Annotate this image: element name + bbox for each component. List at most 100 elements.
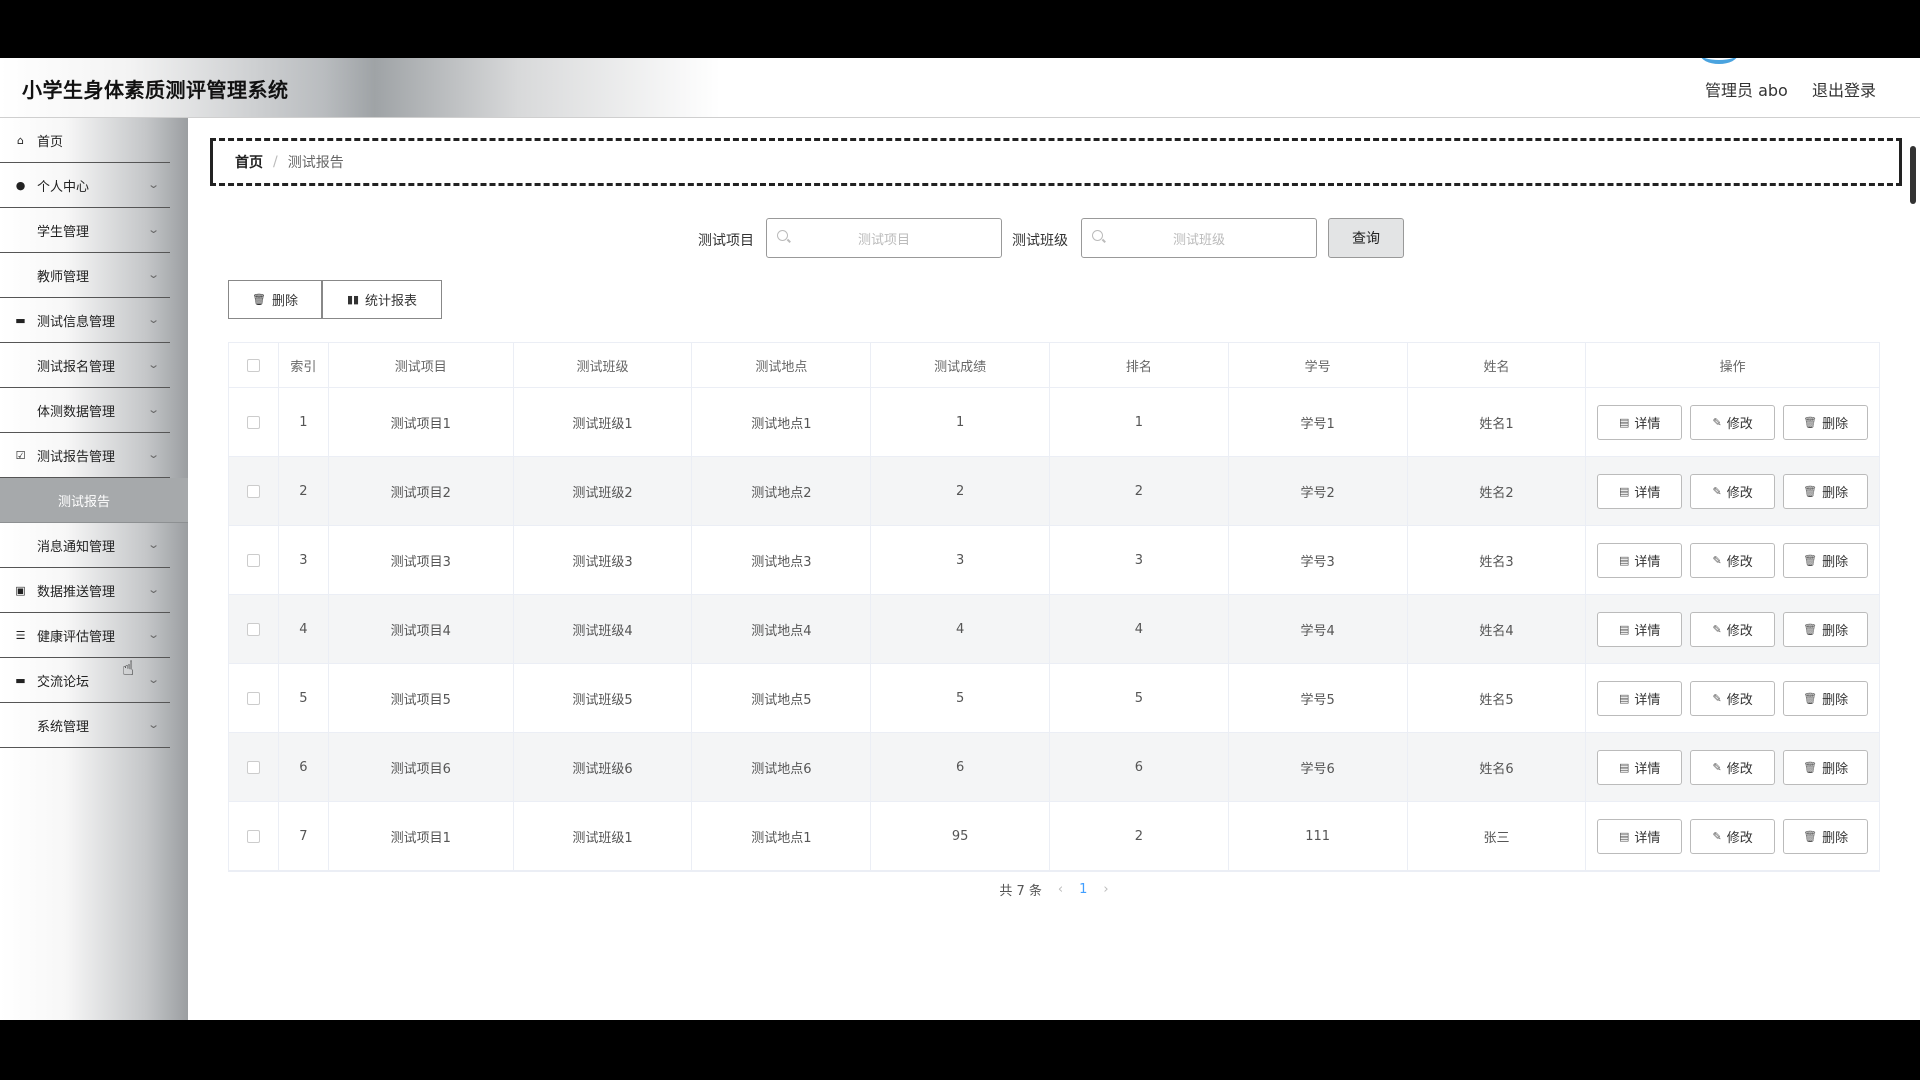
actions-cell: ▤ 详情 ✎ 修改 🗑 删除 (1586, 664, 1879, 732)
edit-button[interactable]: ✎ 修改 (1690, 680, 1776, 716)
sidebar-item[interactable]: ☰ 健康评估管理 ⌄ (0, 613, 170, 658)
stats-report-button[interactable]: ▮▮ 统计报表 (322, 280, 442, 319)
delete-button[interactable]: 🗑 删除 (1783, 611, 1869, 647)
sidebar-item[interactable]: 消息通知管理 ⌄ (0, 523, 170, 568)
edit-label: 修改 (1726, 623, 1753, 639)
row-checkbox[interactable] (246, 760, 260, 774)
column-header: 学号 (1229, 343, 1408, 387)
detail-button[interactable]: ▤ 详情 (1597, 473, 1683, 509)
column-header: 测试班级 (514, 343, 693, 387)
project-search-input[interactable]: 测试项目 (766, 218, 1002, 258)
column-header: 索引 (279, 343, 329, 387)
table-cell: 5 (1050, 664, 1229, 732)
sidebar-item[interactable]: ● 个人中心 ⌄ (0, 163, 170, 208)
detail-button[interactable]: ▤ 详情 (1597, 818, 1683, 854)
table-row: 6 测试项目6 测试班级6 测试地点6 6 6 学号6 姓名6 ▤ 详情 ✎ 修改 🗑 删除 (229, 733, 1879, 802)
detail-label: 详情 (1634, 692, 1661, 708)
detail-button[interactable]: ▤ 详情 (1597, 404, 1683, 440)
class-search-input[interactable]: 测试班级 (1081, 218, 1317, 258)
trash-icon: 🗑 (1803, 484, 1818, 498)
table-cell: 学号4 (1229, 595, 1408, 663)
trash-icon: 🗑 (1803, 760, 1818, 774)
pencil-icon: ✎ (1712, 760, 1722, 774)
sidebar-item[interactable]: 体测数据管理 ⌄ (0, 388, 170, 433)
sidebar-item-label: 测试信息管理 (37, 314, 116, 330)
table-cell: 学号6 (1229, 733, 1408, 801)
edit-button[interactable]: ✎ 修改 (1690, 749, 1776, 785)
table-cell: 2 (279, 457, 329, 525)
delete-label: 删除 (1822, 692, 1849, 708)
delete-button[interactable]: 🗑 删除 (1783, 473, 1869, 509)
chevron-down-icon: ⌄ (146, 628, 160, 641)
select-all-checkbox[interactable] (246, 358, 260, 372)
table-row: 2 测试项目2 测试班级2 测试地点2 2 2 学号2 姓名2 ▤ 详情 ✎ 修改 🗑 删除 (229, 457, 1879, 526)
edit-button[interactable]: ✎ 修改 (1690, 473, 1776, 509)
table-cell: 测试班级1 (514, 388, 693, 456)
row-checkbox[interactable] (246, 484, 260, 498)
row-select-cell (229, 526, 279, 594)
apps-icon (14, 404, 27, 417)
sidebar-item[interactable]: 测试报名管理 ⌄ (0, 343, 170, 388)
trash-icon: 🗑 (1803, 553, 1818, 567)
logout-link[interactable]: 退出登录 (1812, 77, 1876, 101)
edit-button[interactable]: ✎ 修改 (1690, 404, 1776, 440)
row-checkbox[interactable] (246, 553, 260, 567)
pagination-total: 共 7 条 (999, 884, 1042, 899)
row-checkbox[interactable] (246, 622, 260, 636)
detail-label: 详情 (1634, 830, 1661, 846)
row-select-cell (229, 595, 279, 663)
sidebar-item[interactable]: ▬ 测试信息管理 ⌄ (0, 298, 170, 343)
delete-button[interactable]: 🗑 删除 (1783, 542, 1869, 578)
table-cell: 测试项目1 (329, 802, 514, 870)
row-checkbox[interactable] (246, 415, 260, 429)
detail-label: 详情 (1634, 554, 1661, 570)
next-page-button[interactable]: › (1103, 882, 1108, 897)
detail-button[interactable]: ▤ 详情 (1597, 542, 1683, 578)
delete-label: 删除 (1822, 554, 1849, 570)
sidebar-item-label: 健康评估管理 (37, 629, 116, 645)
table-cell: 姓名5 (1408, 664, 1587, 732)
sidebar-item[interactable]: ▬ 交流论坛 ⌄ (0, 658, 170, 703)
sidebar-item[interactable]: 系统管理 ⌄ (0, 703, 170, 748)
edit-button[interactable]: ✎ 修改 (1690, 542, 1776, 578)
sidebar-item[interactable]: 教师管理 ⌄ (0, 253, 170, 298)
delete-button[interactable]: 🗑 删除 (1783, 680, 1869, 716)
table-cell: 测试地点6 (692, 733, 872, 801)
sidebar-item[interactable]: ▣ 数据推送管理 ⌄ (0, 568, 170, 613)
delete-label: 删除 (1822, 416, 1849, 432)
avatar-edge (1700, 58, 1738, 64)
sidebar-item[interactable]: ☑ 测试报告管理 ⌄ (0, 433, 170, 478)
trash-icon: 🗑 (1803, 691, 1818, 705)
query-button[interactable]: 查询 (1328, 218, 1404, 258)
breadcrumb-separator: / (273, 154, 278, 170)
batch-delete-button[interactable]: 🗑 删除 (228, 280, 322, 319)
delete-button[interactable]: 🗑 删除 (1783, 749, 1869, 785)
sidebar-subitem-test-report[interactable]: 测试报告 (0, 478, 188, 523)
detail-button[interactable]: ▤ 详情 (1597, 611, 1683, 647)
table-cell: 测试项目5 (329, 664, 514, 732)
delete-button[interactable]: 🗑 删除 (1783, 404, 1869, 440)
sidebar-item-label: 首页 (37, 134, 64, 150)
sidebar-item-label: 测试报告管理 (37, 449, 116, 465)
page-number[interactable]: 1 (1079, 882, 1087, 897)
sidebar-item[interactable]: ⌂ 首页 (0, 118, 170, 163)
sidebar-item[interactable]: 学生管理 ⌄ (0, 208, 170, 253)
row-checkbox[interactable] (246, 829, 260, 843)
table-cell: 2 (1050, 802, 1229, 870)
detail-button[interactable]: ▤ 详情 (1597, 680, 1683, 716)
detail-button[interactable]: ▤ 详情 (1597, 749, 1683, 785)
grid-icon (14, 359, 27, 372)
delete-button[interactable]: 🗑 删除 (1783, 818, 1869, 854)
table-cell: 测试班级6 (514, 733, 693, 801)
prev-page-button[interactable]: ‹ (1058, 882, 1063, 897)
project-placeholder: 测试项目 (857, 232, 910, 248)
edit-label: 修改 (1726, 554, 1753, 570)
chevron-down-icon: ⌄ (146, 403, 160, 416)
breadcrumb-home[interactable]: 首页 (235, 152, 263, 172)
row-checkbox[interactable] (246, 691, 260, 705)
edit-button[interactable]: ✎ 修改 (1690, 818, 1776, 854)
table-cell: 测试班级4 (514, 595, 693, 663)
edit-button[interactable]: ✎ 修改 (1690, 611, 1776, 647)
scrollbar-thumb[interactable] (1910, 146, 1916, 204)
chevron-down-icon: ⌄ (146, 718, 160, 731)
